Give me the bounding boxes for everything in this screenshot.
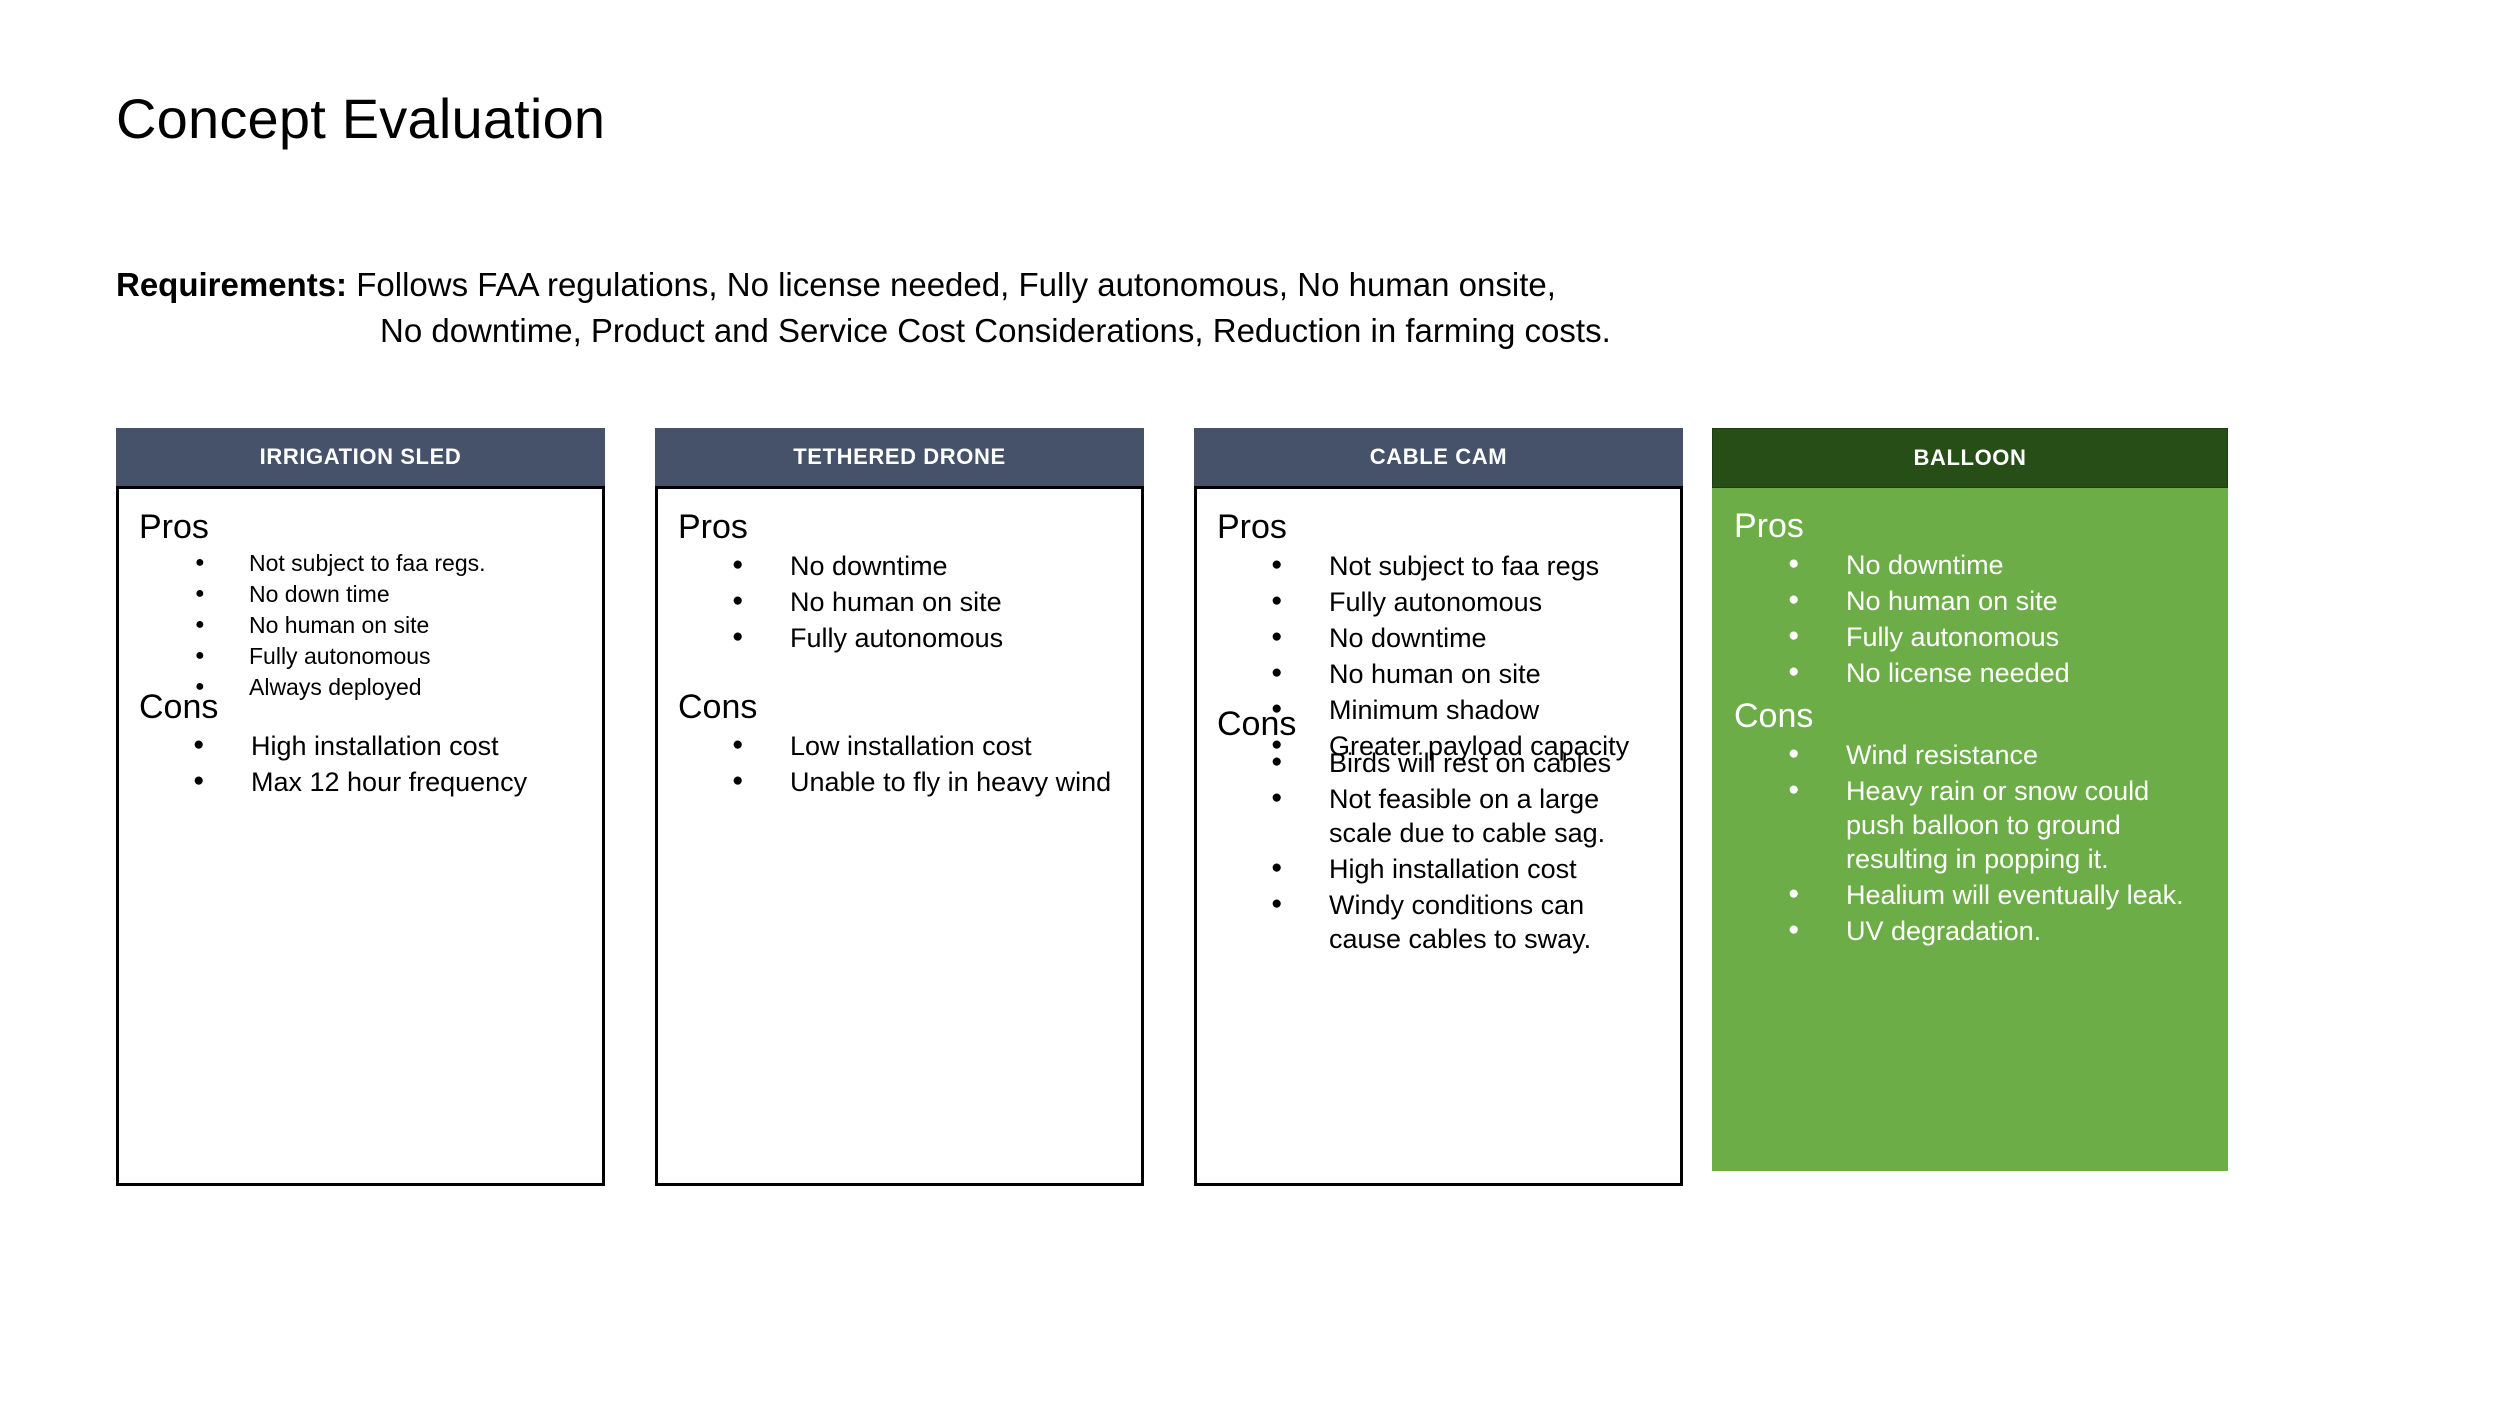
list-item: Not subject to faa regs. — [139, 548, 582, 578]
requirements-block: Requirements: Follows FAA regulations, N… — [116, 262, 1916, 354]
cons-heading: Cons — [678, 688, 758, 726]
page-title: Concept Evaluation — [116, 87, 606, 150]
cons-block: Cons Wind resistance Heavy rain or snow … — [1734, 696, 2210, 950]
list-item: Wind resistance — [1734, 737, 2210, 772]
requirements-label: Requirements: — [116, 266, 348, 303]
list-item: UV degradation. — [1734, 913, 2210, 948]
cons-block: Cons Birds will rest on cables Not feasi… — [1217, 704, 1662, 958]
list-item: No downtime — [1734, 547, 2208, 582]
pros-heading: Pros — [139, 508, 209, 546]
list-item: Unable to fly in heavy wind — [678, 764, 1123, 799]
pros-list: No downtime No human on site Fully auton… — [678, 548, 1121, 655]
list-item: Heavy rain or snow could push balloon to… — [1734, 773, 2210, 876]
list-item: Low installation cost — [678, 728, 1123, 763]
card-header-cable-cam: CABLE CAM — [1194, 428, 1683, 486]
card-header-irrigation-sled: IRRIGATION SLED — [116, 428, 605, 486]
list-item: No down time — [139, 579, 582, 609]
card-header-balloon: BALLOON — [1712, 428, 2228, 488]
card-title-label: CABLE CAM — [1369, 444, 1508, 469]
cons-list: Low installation cost Unable to fly in h… — [678, 728, 1123, 799]
card-body-tethered-drone: Pros No downtime No human on site Fully … — [655, 486, 1144, 1186]
concept-card-irrigation-sled[interactable]: IRRIGATION SLED Pros Not subject to faa … — [116, 428, 605, 1186]
concept-cards-row: IRRIGATION SLED Pros Not subject to faa … — [116, 428, 2236, 1188]
cons-heading: Cons — [1734, 697, 1814, 735]
pros-heading: Pros — [678, 508, 748, 546]
list-item: Max 12 hour frequency — [139, 764, 584, 799]
requirements-line-2: No downtime, Product and Service Cost Co… — [380, 312, 1611, 349]
cons-heading: Cons — [139, 688, 219, 726]
card-header-tethered-drone: TETHERED DRONE — [655, 428, 1144, 486]
list-item: No human on site — [1217, 656, 1660, 691]
list-item: No license needed — [1734, 655, 2208, 690]
list-item: No human on site — [1734, 583, 2208, 618]
cons-heading: Cons — [1217, 705, 1297, 743]
card-body-balloon: Pros No downtime No human on site Fully … — [1712, 488, 2228, 1171]
list-item: Healium will eventually leak. — [1734, 877, 2210, 912]
list-item: Fully autonomous — [678, 620, 1121, 655]
list-item: No downtime — [1217, 620, 1660, 655]
pros-list: Not subject to faa regs. No down time No… — [139, 548, 582, 702]
list-item: Not subject to faa regs — [1217, 548, 1660, 583]
list-item: High installation cost — [1217, 851, 1662, 886]
concept-card-tethered-drone[interactable]: TETHERED DRONE Pros No downtime No human… — [655, 428, 1144, 1186]
card-title-label: TETHERED DRONE — [793, 444, 1006, 469]
list-item: High installation cost — [139, 728, 584, 763]
list-item: Fully autonomous — [139, 641, 582, 671]
cons-list: High installation cost Max 12 hour frequ… — [139, 728, 584, 799]
pros-list: No downtime No human on site Fully auton… — [1734, 547, 2208, 690]
pros-heading: Pros — [1734, 507, 1804, 545]
card-title-label: IRRIGATION SLED — [259, 444, 462, 469]
cons-block: Cons Low installation cost Unable to fly… — [678, 687, 1123, 801]
list-item: Fully autonomous — [1217, 584, 1660, 619]
card-title-label: BALLOON — [1913, 445, 2027, 470]
list-item: Not feasible on a large scale due to cab… — [1217, 781, 1662, 850]
slide-canvas: Concept Evaluation Requirements: Follows… — [0, 0, 2500, 1407]
cons-block: Cons High installation cost Max 12 hour … — [139, 687, 584, 801]
concept-card-cable-cam[interactable]: CABLE CAM Pros Not subject to faa regs F… — [1194, 428, 1683, 1186]
concept-card-balloon[interactable]: BALLOON Pros No downtime No human on sit… — [1712, 428, 2228, 1171]
pros-heading: Pros — [1217, 508, 1287, 546]
card-body-irrigation-sled: Pros Not subject to faa regs. No down ti… — [116, 486, 605, 1186]
list-item: Windy conditions can cause cables to swa… — [1217, 887, 1662, 956]
cons-list: Birds will rest on cables Not feasible o… — [1217, 745, 1662, 956]
list-item: Fully autonomous — [1734, 619, 2208, 654]
list-item: Birds will rest on cables — [1217, 745, 1662, 780]
cons-list: Wind resistance Heavy rain or snow could… — [1734, 737, 2210, 948]
card-body-cable-cam: Pros Not subject to faa regs Fully auton… — [1194, 486, 1683, 1186]
list-item: No downtime — [678, 548, 1121, 583]
requirements-line-1: Follows FAA regulations, No license need… — [356, 266, 1556, 303]
list-item: No human on site — [678, 584, 1121, 619]
list-item: No human on site — [139, 610, 582, 640]
